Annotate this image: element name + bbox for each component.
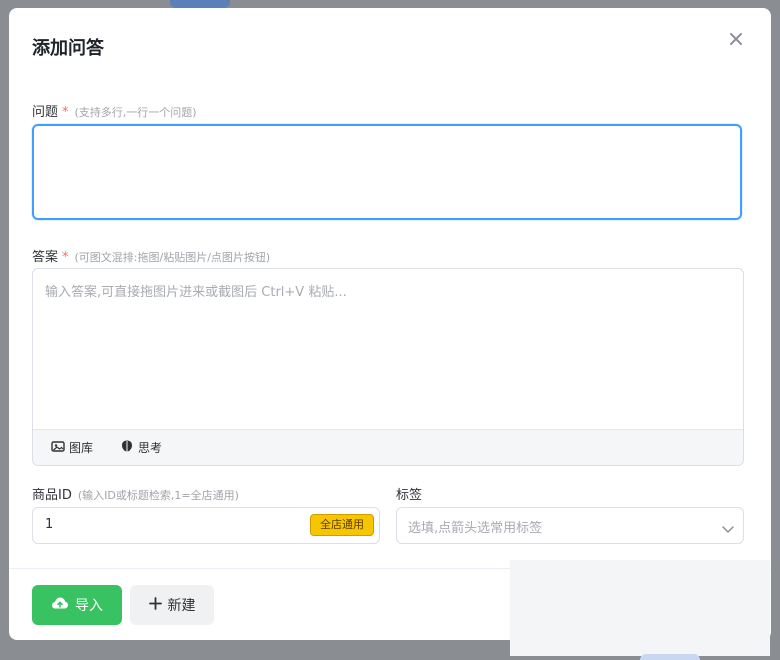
answer-hint: (可图文混排:拖图/粘贴图片/点图片按钮) [74,251,271,264]
tags-label-row: 标签 [396,484,422,503]
image-gallery-icon [51,440,69,456]
dialog-title: 添加问答 [32,38,104,59]
answer-toolbar: 图库 思考 [33,429,743,465]
product-label: 商品ID [32,488,72,503]
tags-select[interactable]: 选填,点箭头选常用标签 [396,507,744,544]
cloud-upload-icon [51,596,75,614]
question-textarea[interactable] [32,124,742,220]
add-qa-dialog: 添加问答 问题 * (支持多行,一行一个问题) 答案 * (可图文混排:拖图/粘贴图片/… [9,8,771,640]
background-element [640,654,700,660]
new-button[interactable]: 新建 [130,585,214,625]
question-label: 问题 [32,105,59,120]
close-icon[interactable] [725,28,747,50]
brain-icon [120,439,138,456]
product-label-row: 商品ID (输入ID或标题检索,1=全店通用) [32,484,239,503]
answer-placeholder: 输入答案,可直接拖图片进来或截图后 Ctrl+V 粘贴... [45,285,347,300]
required-mark: * [62,105,69,120]
think-button[interactable]: 思考 [120,439,162,456]
product-id-input[interactable]: 1 全店通用 [32,507,380,544]
chevron-down-icon[interactable] [721,520,735,539]
import-button[interactable]: 导入 [32,585,122,625]
required-mark: * [62,250,69,265]
answer-editor[interactable]: 输入答案,可直接拖图片进来或截图后 Ctrl+V 粘贴... 图库 思考 [32,268,744,466]
product-hint: (输入ID或标题检索,1=全店通用) [77,489,239,502]
plus-icon [148,596,168,614]
answer-label: 答案 [32,250,59,265]
store-wide-badge: 全店通用 [310,514,374,536]
tags-label: 标签 [396,488,423,503]
tags-placeholder: 选填,点箭头选常用标签 [408,521,543,536]
question-hint: (支持多行,一行一个问题) [74,106,197,119]
answer-label-row: 答案 * (可图文混排:拖图/粘贴图片/点图片按钮) [32,246,270,265]
overlay-panel [510,560,770,656]
question-label-row: 问题 * (支持多行,一行一个问题) [32,101,197,120]
background-element [170,0,230,8]
think-label: 思考 [138,441,163,455]
image-gallery-button[interactable]: 图库 [51,439,93,456]
product-id-value: 1 [45,517,54,532]
import-label: 导入 [75,598,103,614]
image-gallery-label: 图库 [69,441,94,455]
new-label: 新建 [167,598,196,614]
